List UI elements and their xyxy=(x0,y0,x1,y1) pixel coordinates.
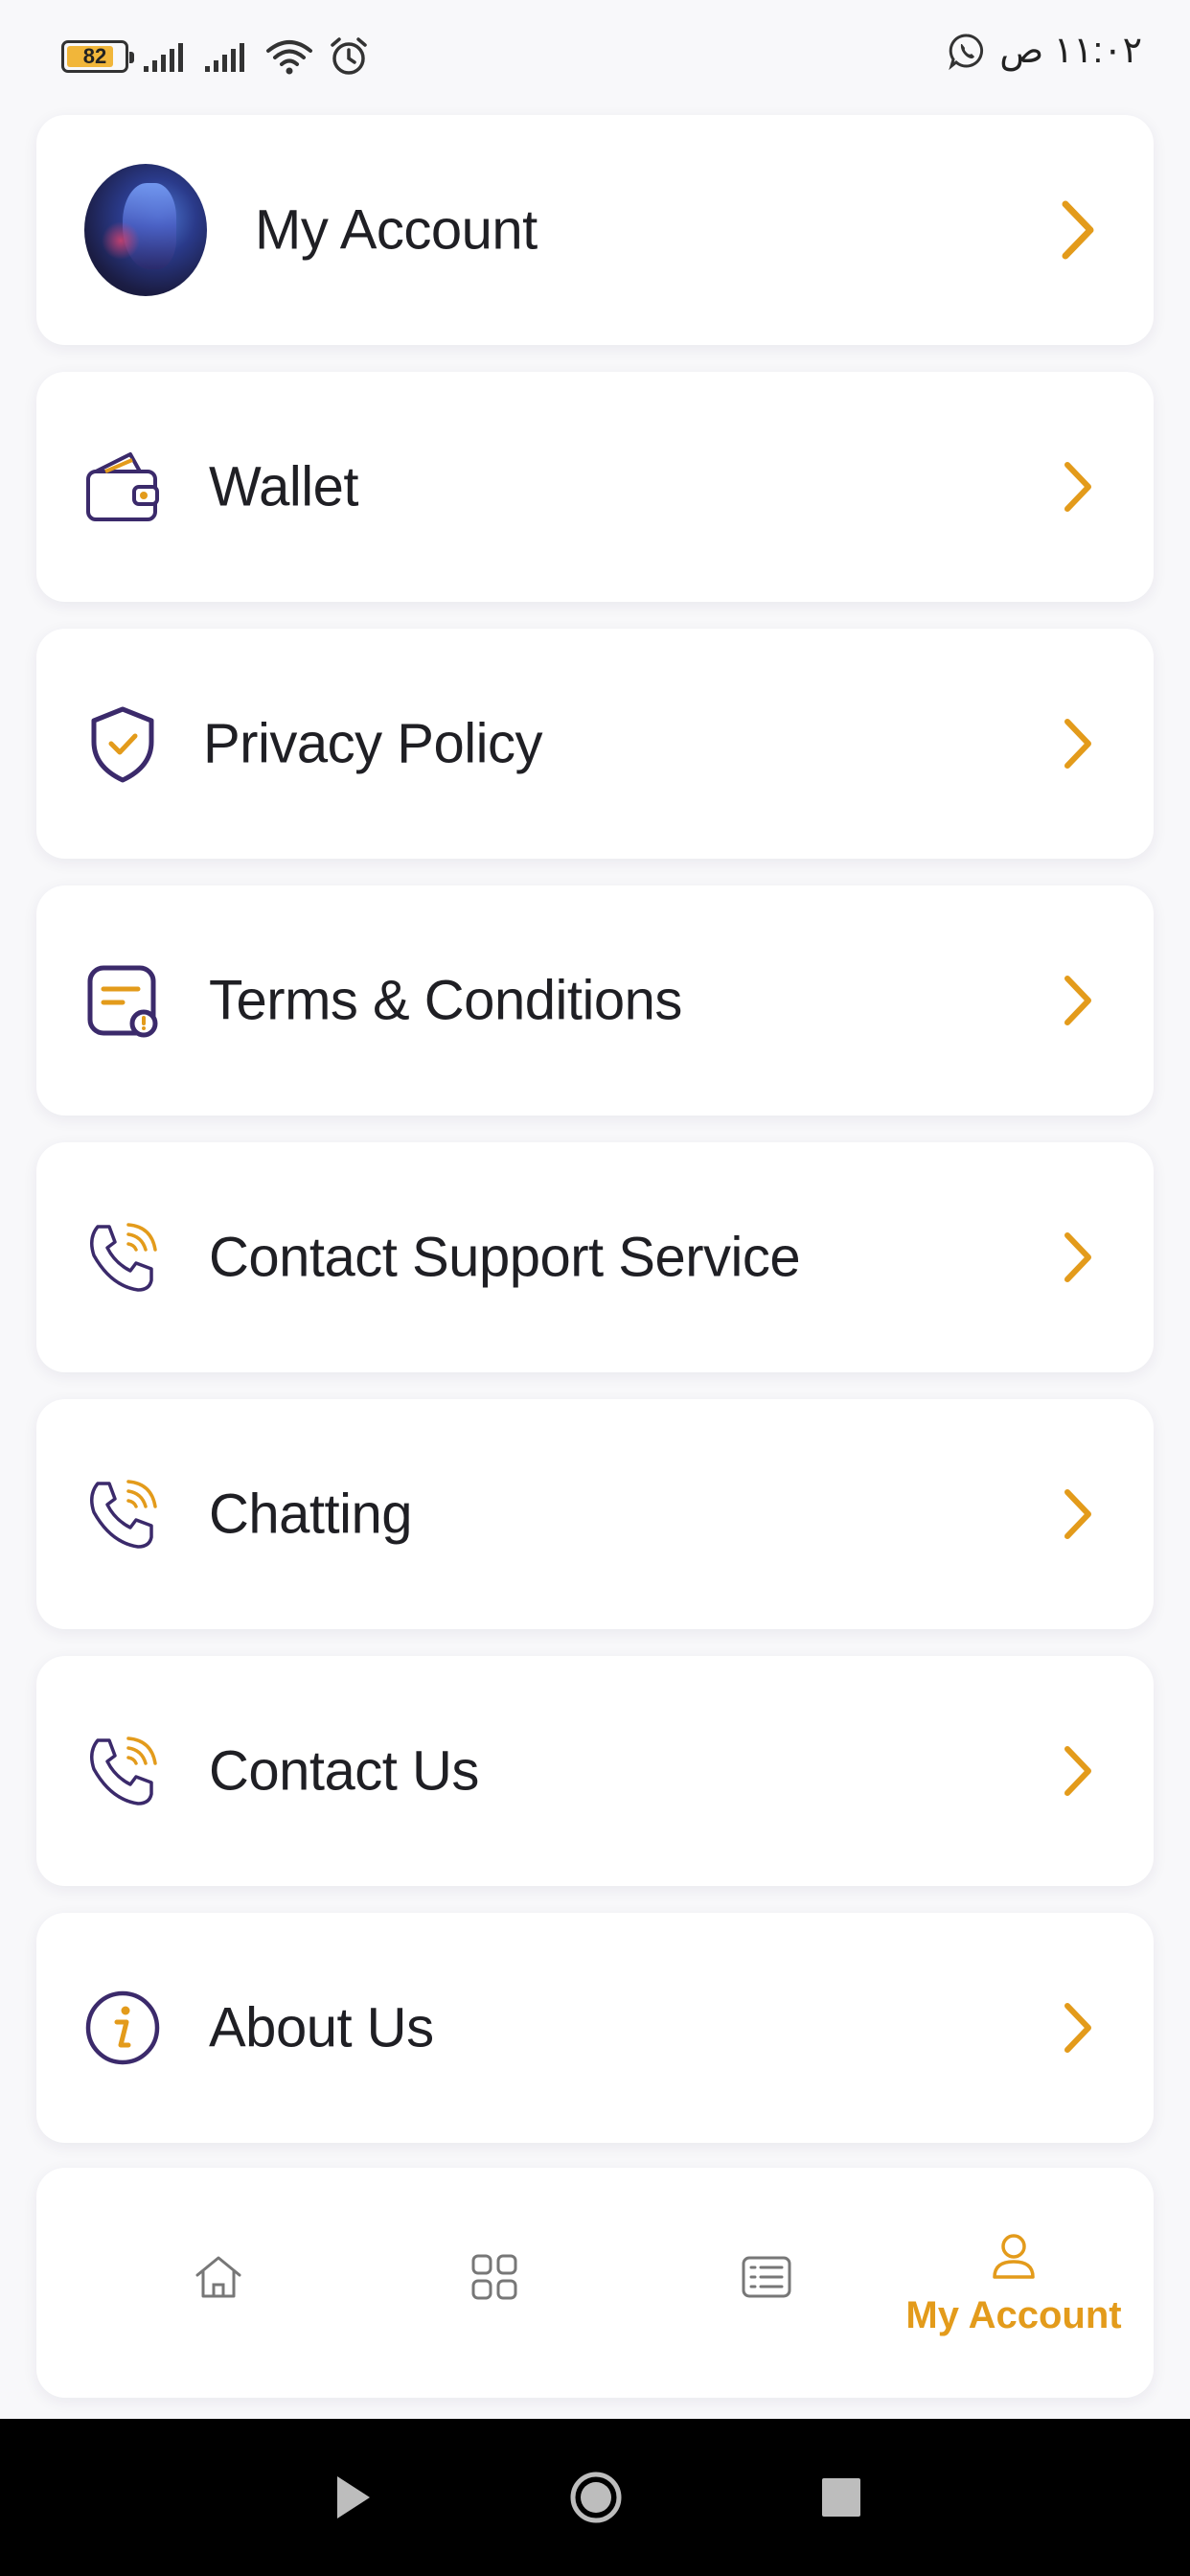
phone-ringing-icon xyxy=(82,1731,163,1811)
document-alert-icon xyxy=(82,960,163,1041)
battery-icon: 82 xyxy=(61,40,134,73)
grid-icon xyxy=(471,2254,517,2300)
signal-icon xyxy=(144,43,183,72)
menu-item-wallet[interactable]: Wallet xyxy=(36,372,1154,602)
menu-item-label: Contact Support Service xyxy=(209,1226,801,1289)
avatar xyxy=(84,164,207,296)
chevron-right-icon xyxy=(1064,1489,1091,1539)
back-icon[interactable] xyxy=(332,2472,374,2522)
chevron-right-icon xyxy=(1064,719,1091,769)
menu-item-label: Contact Us xyxy=(209,1739,479,1803)
status-time: ١١:٠٢ ص xyxy=(999,31,1142,71)
nav-orders[interactable] xyxy=(680,2168,853,2398)
chevron-right-icon xyxy=(1064,976,1091,1025)
phone-ringing-icon xyxy=(82,1217,163,1298)
menu-item-about-us[interactable]: About Us xyxy=(36,1913,1154,2143)
nav-categories[interactable] xyxy=(408,2168,581,2398)
chevron-right-icon xyxy=(1064,1746,1091,1796)
shield-check-icon xyxy=(82,703,163,784)
user-icon xyxy=(993,2233,1035,2279)
menu-item-label: Wallet xyxy=(209,455,359,518)
chevron-right-icon xyxy=(1064,1232,1091,1282)
menu-item-privacy-policy[interactable]: Privacy Policy xyxy=(36,629,1154,859)
menu-item-contact-us[interactable]: Contact Us xyxy=(36,1656,1154,1886)
bottom-nav: My Account xyxy=(36,2168,1154,2398)
list-icon xyxy=(742,2256,791,2298)
info-icon xyxy=(82,1988,163,2068)
recents-icon[interactable] xyxy=(820,2476,862,2518)
menu-item-label: Chatting xyxy=(209,1483,413,1546)
chevron-right-icon xyxy=(1062,200,1094,260)
home-icon xyxy=(195,2256,241,2298)
nav-my-account[interactable]: My Account xyxy=(899,2168,1129,2398)
signal-icon xyxy=(205,43,244,72)
menu-item-contact-support[interactable]: Contact Support Service xyxy=(36,1142,1154,1372)
home-button-icon[interactable] xyxy=(567,2469,625,2526)
chevron-right-icon xyxy=(1064,2003,1091,2053)
whatsapp-icon xyxy=(949,34,984,70)
chevron-right-icon xyxy=(1064,462,1091,512)
menu-item-terms-conditions[interactable]: Terms & Conditions xyxy=(36,886,1154,1116)
menu-item-label: About Us xyxy=(209,1996,434,2059)
alarm-icon xyxy=(331,37,367,75)
status-left: 82 xyxy=(61,33,370,80)
status-right: ١١:٠٢ ص xyxy=(948,29,1142,72)
menu-item-my-account[interactable]: My Account xyxy=(36,115,1154,345)
battery-level: 82 xyxy=(82,44,107,68)
nav-label: My Account xyxy=(905,2293,1122,2336)
status-bar: 82 ١١:٠٢ ص xyxy=(0,0,1190,115)
wallet-icon xyxy=(82,447,163,527)
system-nav-bar xyxy=(0,2419,1190,2576)
nav-home[interactable] xyxy=(132,2168,305,2398)
menu-item-chatting[interactable]: Chatting xyxy=(36,1399,1154,1629)
phone-ringing-icon xyxy=(82,1474,163,1554)
menu-item-label: Privacy Policy xyxy=(203,712,542,775)
menu-item-label: Terms & Conditions xyxy=(209,969,682,1032)
wifi-icon xyxy=(266,40,312,75)
menu-item-label: My Account xyxy=(255,198,538,262)
